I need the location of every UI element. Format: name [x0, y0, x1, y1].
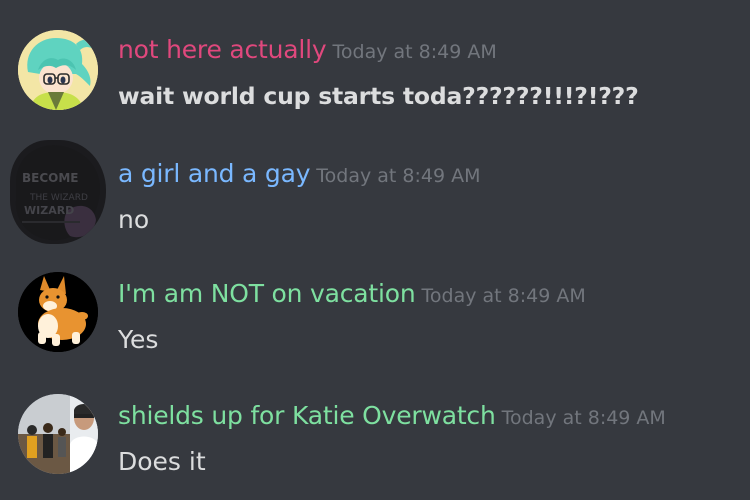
message-timestamp: Today at 8:49 AM: [316, 165, 481, 187]
svg-text:BECOME: BECOME: [22, 171, 79, 185]
chat-messages: not here actually Today at 8:49 AM wait w…: [0, 0, 750, 500]
message: not here actually Today at 8:49 AM wait w…: [0, 0, 750, 110]
avatar[interactable]: BECOME THE WIZARD WIZARD: [10, 140, 106, 244]
svg-text:WIZARD: WIZARD: [24, 204, 74, 217]
photo-collage-avatar-icon: [18, 394, 98, 474]
redacted-avatar-icon: BECOME THE WIZARD WIZARD: [15, 145, 101, 241]
svg-text:THE WIZARD: THE WIZARD: [29, 193, 88, 203]
message-text: wait world cup starts toda??????!!!?!???: [118, 82, 639, 110]
message-timestamp: Today at 8:49 AM: [332, 41, 497, 63]
message-author[interactable]: a girl and a gay: [118, 159, 310, 188]
message-header: not here actually Today at 8:49 AM: [118, 32, 497, 71]
anime-character-avatar-icon: [18, 30, 98, 110]
avatar[interactable]: [18, 394, 98, 474]
message-text: Does it: [118, 447, 206, 476]
message-timestamp: Today at 8:49 AM: [501, 407, 666, 429]
corgi-avatar-icon: [18, 272, 98, 352]
message-header: shields up for Katie Overwatch Today at 8…: [118, 398, 666, 437]
avatar[interactable]: [18, 272, 98, 352]
message-author[interactable]: I'm am NOT on vacation: [118, 279, 416, 308]
avatar[interactable]: [18, 30, 98, 110]
message-text: Yes: [118, 325, 159, 354]
message-author[interactable]: shields up for Katie Overwatch: [118, 401, 496, 430]
message-timestamp: Today at 8:49 AM: [421, 285, 586, 307]
message: I'm am NOT on vacation Today at 8:49 AM Y…: [0, 248, 750, 358]
message: BECOME THE WIZARD WIZARD a girl and a ga…: [0, 126, 750, 244]
message-text: no: [118, 205, 150, 234]
message: shields up for Katie Overwatch Today at 8…: [0, 370, 750, 480]
message-header: a girl and a gay Today at 8:49 AM: [118, 156, 481, 195]
message-author[interactable]: not here actually: [118, 35, 327, 64]
message-header: I'm am NOT on vacation Today at 8:49 AM: [118, 276, 586, 315]
